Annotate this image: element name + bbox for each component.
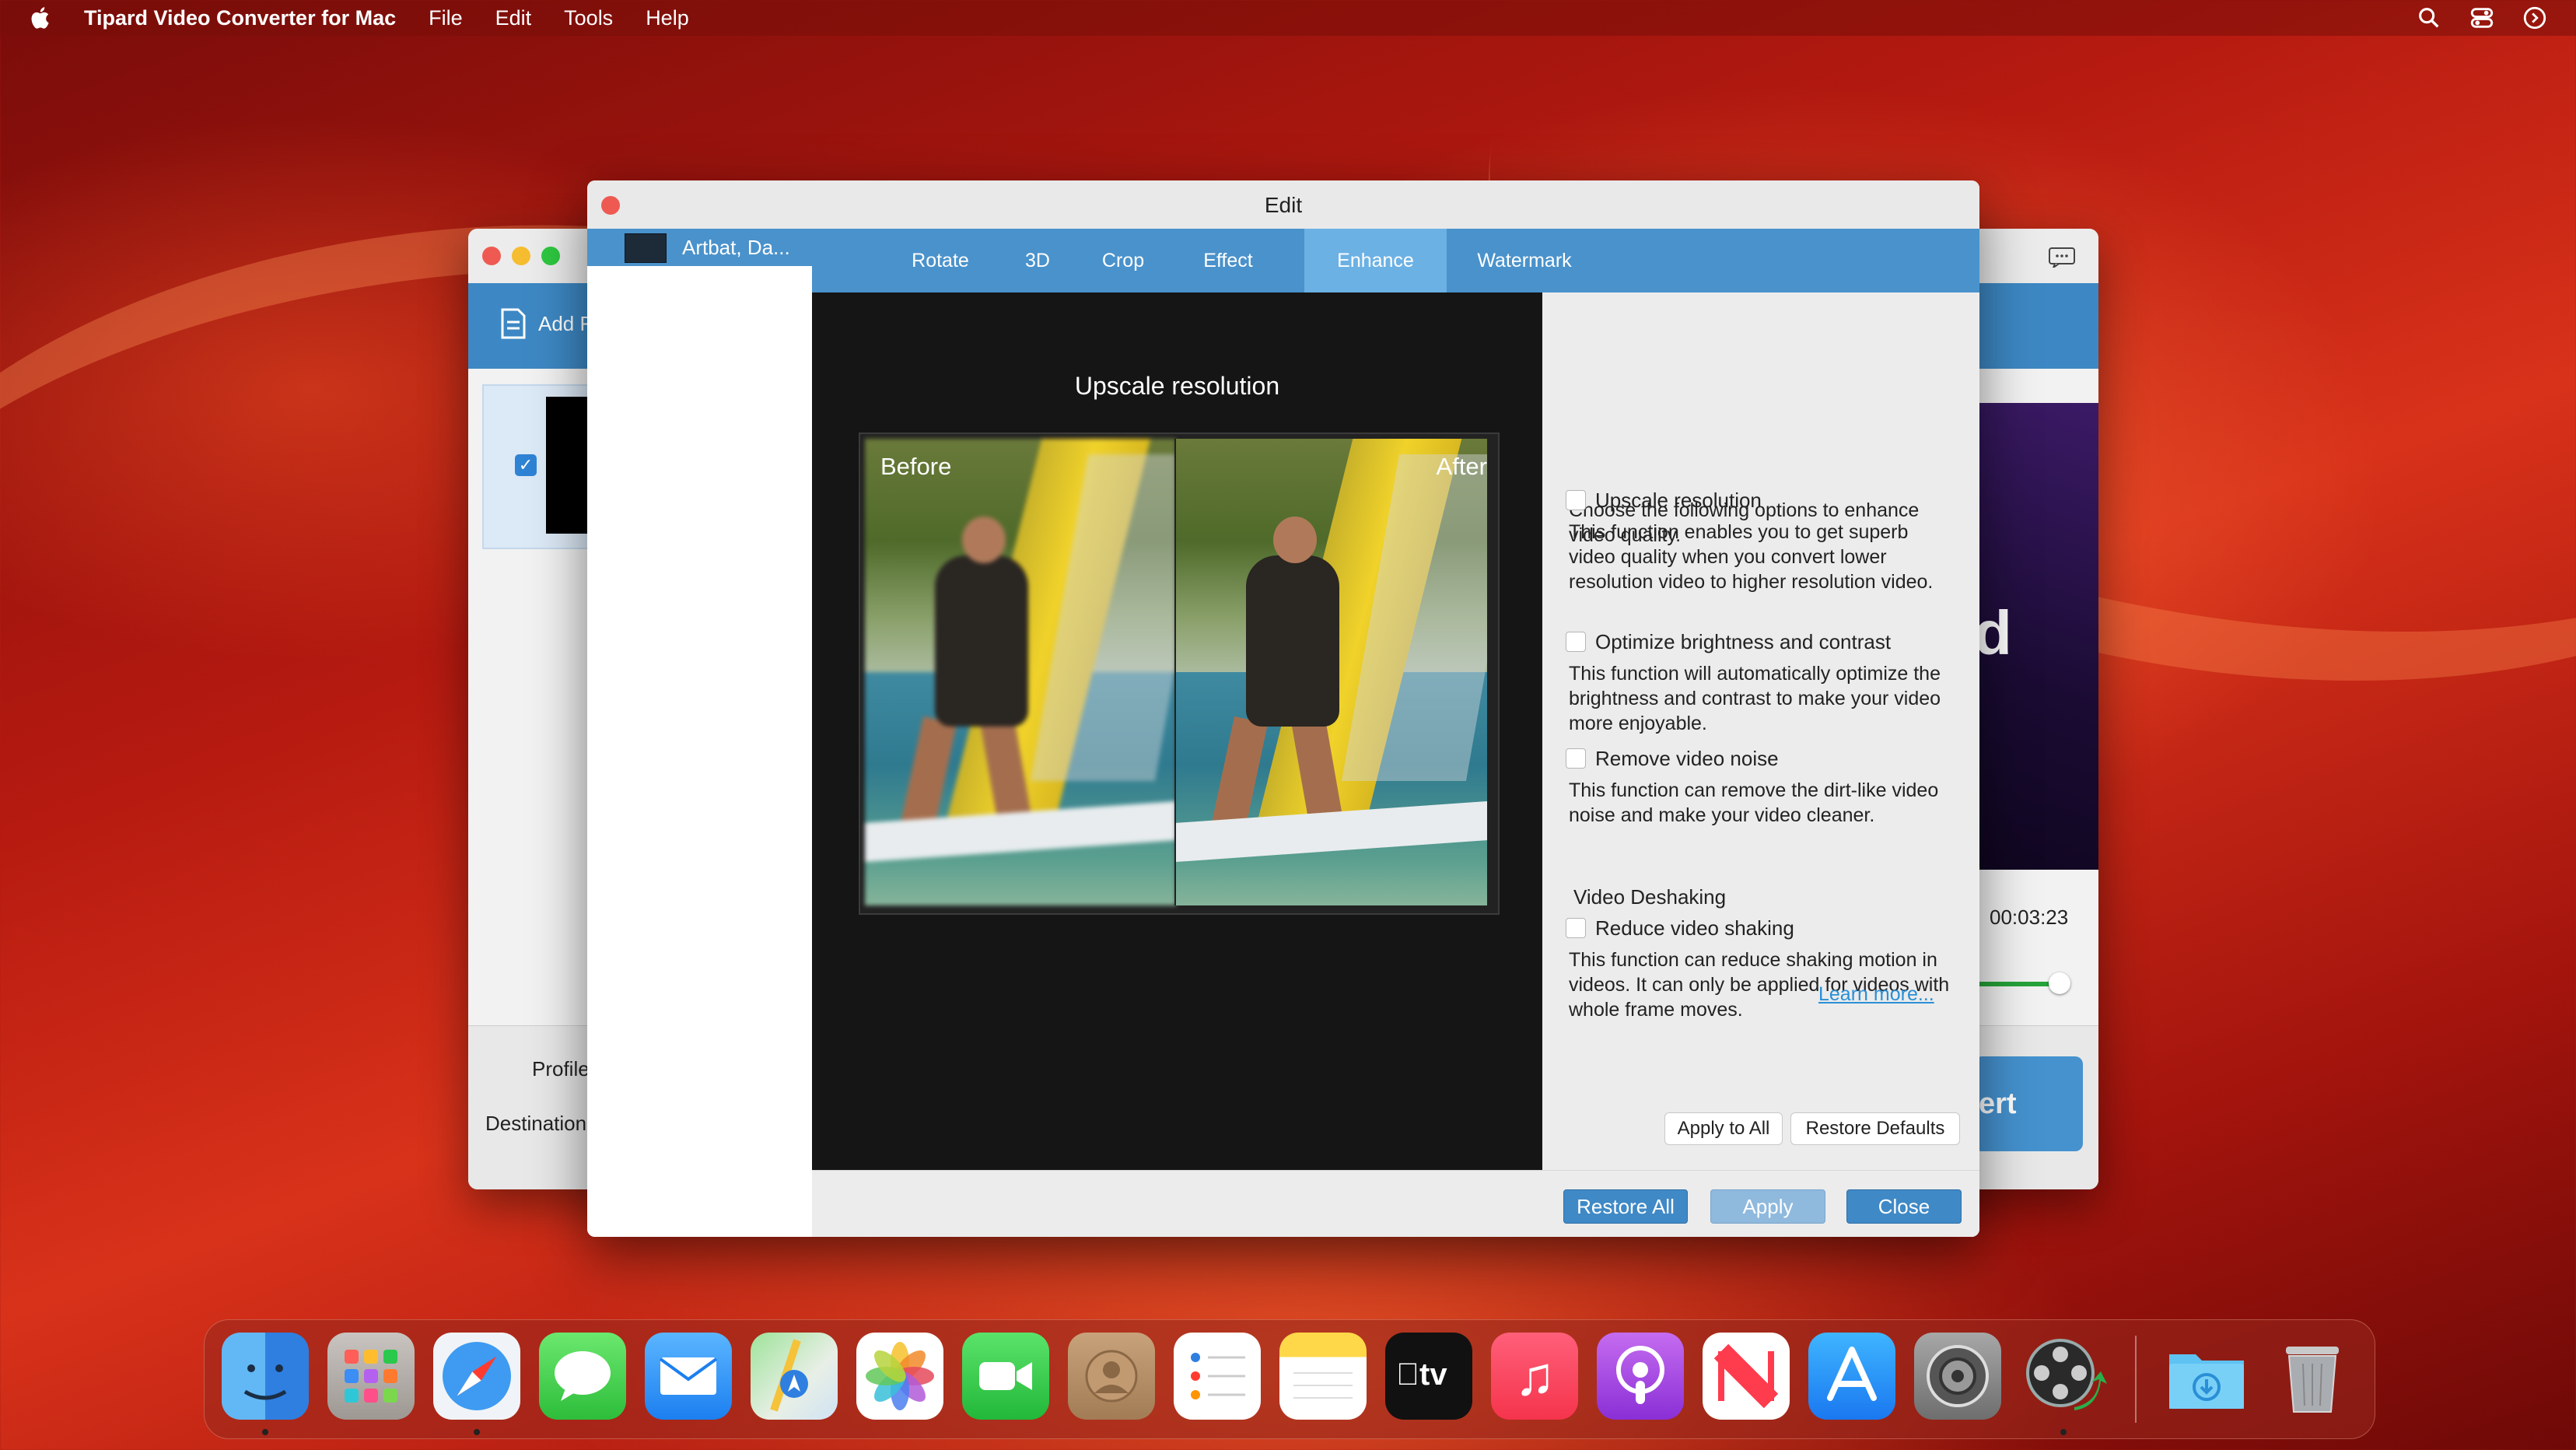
- zoom-window-button[interactable]: [541, 247, 560, 265]
- menu-tools[interactable]: Tools: [564, 6, 613, 30]
- main-preview: d: [1974, 403, 2098, 870]
- music-icon[interactable]: ♫: [1491, 1333, 1578, 1420]
- playback-slider-knob[interactable]: [2049, 972, 2070, 994]
- destination-label: Destination: [485, 1112, 587, 1135]
- menu-help[interactable]: Help: [646, 6, 689, 30]
- messages-icon[interactable]: [539, 1333, 626, 1420]
- file-list-item[interactable]: ✓: [482, 384, 594, 549]
- tab-enhance[interactable]: Enhance: [1304, 229, 1447, 292]
- dock: tv ♫: [204, 1319, 2375, 1439]
- edit-dialog: Edit Artbat, Da... Rotate 3D Crop Effect…: [587, 180, 1979, 1237]
- close-window-button[interactable]: [482, 247, 501, 265]
- reduce-shaking-label[interactable]: Reduce video shaking: [1595, 916, 1794, 940]
- video-deshaking-heading: Video Deshaking: [1573, 885, 1727, 909]
- reminders-icon[interactable]: [1174, 1333, 1261, 1420]
- tab-crop[interactable]: Crop: [1084, 229, 1162, 292]
- before-image: [865, 439, 1176, 905]
- menu-edit[interactable]: Edit: [495, 6, 532, 30]
- finder-icon[interactable]: [222, 1333, 309, 1420]
- trash-icon[interactable]: [2269, 1333, 2356, 1420]
- file-checkbox[interactable]: ✓: [515, 454, 537, 476]
- siri-icon[interactable]: [2522, 5, 2548, 31]
- reduce-shaking-checkbox[interactable]: [1566, 918, 1586, 938]
- facetime-icon[interactable]: [962, 1333, 1049, 1420]
- close-button[interactable]: Close: [1846, 1189, 1962, 1224]
- restore-all-button[interactable]: Restore All: [1563, 1189, 1688, 1224]
- before-label: Before: [880, 453, 952, 480]
- after-label: After: [1436, 453, 1487, 480]
- optimize-brightness-checkbox[interactable]: [1566, 632, 1586, 652]
- tv-icon[interactable]: tv: [1385, 1333, 1472, 1420]
- edit-title: Edit: [1264, 193, 1303, 217]
- add-file-label: Add F: [538, 311, 593, 335]
- tipard-converter-icon[interactable]: [2020, 1333, 2107, 1420]
- spotlight-search-icon[interactable]: [2416, 5, 2442, 31]
- safari-icon[interactable]: [433, 1333, 520, 1420]
- app-store-icon[interactable]: [1808, 1333, 1895, 1420]
- maps-icon[interactable]: [751, 1333, 838, 1420]
- feedback-icon[interactable]: [2049, 247, 2075, 268]
- edit-footer: Restore All Apply Close: [812, 1170, 1979, 1237]
- podcasts-icon[interactable]: [1597, 1333, 1684, 1420]
- file-thumbnail: [546, 397, 593, 534]
- tab-effect[interactable]: Effect: [1178, 229, 1279, 292]
- edit-file-item[interactable]: Artbat, Da...: [587, 229, 812, 266]
- comparison-frame: Before After: [859, 433, 1500, 915]
- edit-file-thumbnail: [625, 233, 667, 263]
- control-center-icon[interactable]: [2469, 5, 2495, 31]
- preview-panel: Upscale resolution Before After: [812, 292, 1542, 1170]
- upscale-resolution-checkbox[interactable]: [1566, 490, 1586, 510]
- app-menu-name[interactable]: Tipard Video Converter for Mac: [84, 6, 396, 30]
- upscale-resolution-label[interactable]: Upscale resolution: [1595, 489, 1762, 513]
- optimize-brightness-label[interactable]: Optimize brightness and contrast: [1595, 630, 1891, 654]
- tab-3d[interactable]: 3D: [1006, 229, 1069, 292]
- add-file-button[interactable]: Add F: [499, 308, 592, 339]
- dock-separator: [2135, 1336, 2137, 1423]
- profile-label: Profile: [532, 1057, 590, 1080]
- apple-menu-icon[interactable]: [28, 5, 54, 31]
- system-settings-icon[interactable]: [1914, 1333, 2001, 1420]
- convert-button[interactable]: ert: [1974, 1056, 2083, 1151]
- enhance-options-panel: Choose the following options to enhance …: [1542, 292, 1979, 1170]
- menu-file[interactable]: File: [429, 6, 463, 30]
- edit-titlebar: Edit: [587, 180, 1979, 229]
- tab-rotate[interactable]: Rotate: [890, 229, 991, 292]
- optimize-brightness-description: This function will automatically optimiz…: [1569, 663, 1941, 734]
- news-icon[interactable]: [1703, 1333, 1790, 1420]
- remove-noise-description: This function can remove the dirt-like v…: [1569, 779, 1939, 826]
- photos-icon[interactable]: [856, 1333, 943, 1420]
- apply-to-all-button[interactable]: Apply to All: [1664, 1112, 1783, 1145]
- minimize-window-button[interactable]: [512, 247, 530, 265]
- after-image: [1176, 439, 1487, 905]
- edit-file-name: Artbat, Da...: [682, 236, 790, 259]
- convert-label: ert: [1979, 1088, 2017, 1120]
- add-file-icon: [501, 308, 526, 339]
- edit-file-list: Artbat, Da...: [587, 229, 812, 1237]
- comparison-divider: [1174, 439, 1176, 905]
- finder-running-dot: [262, 1429, 268, 1435]
- remove-noise-label[interactable]: Remove video noise: [1595, 747, 1779, 771]
- tab-watermark[interactable]: Watermark: [1462, 229, 1587, 292]
- contacts-icon[interactable]: [1068, 1333, 1155, 1420]
- tipard-running-dot: [2060, 1429, 2067, 1435]
- menu-bar: Tipard Video Converter for Mac File Edit…: [0, 0, 2576, 36]
- duration-text: 00:03:23: [1990, 905, 2069, 929]
- preview-title: Upscale resolution: [1074, 372, 1280, 400]
- edit-tab-bar: Rotate 3D Crop Effect Enhance Watermark: [812, 229, 1979, 292]
- learn-more-link[interactable]: Learn more...: [1818, 983, 1934, 1006]
- apply-button[interactable]: Apply: [1710, 1189, 1825, 1224]
- playback-progress[interactable]: [1974, 982, 2060, 986]
- upscale-resolution-description: This function enables you to get superb …: [1569, 521, 1934, 593]
- restore-defaults-button[interactable]: Restore Defaults: [1790, 1112, 1960, 1145]
- preview-glyph: d: [1974, 598, 2012, 667]
- notes-icon[interactable]: [1279, 1333, 1367, 1420]
- safari-running-dot: [474, 1429, 480, 1435]
- launchpad-icon[interactable]: [327, 1333, 415, 1420]
- remove-noise-checkbox[interactable]: [1566, 748, 1586, 769]
- mail-icon[interactable]: [645, 1333, 732, 1420]
- downloads-folder-icon[interactable]: [2163, 1333, 2250, 1420]
